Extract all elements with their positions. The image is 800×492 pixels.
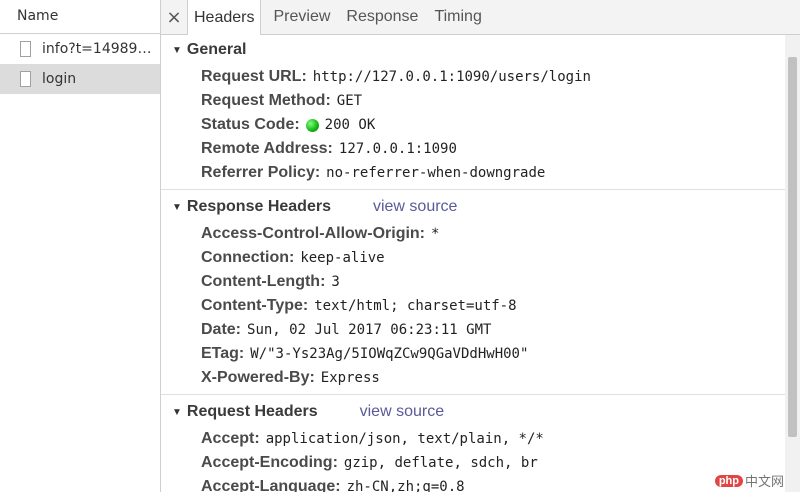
vertical-scrollbar[interactable] xyxy=(785,35,800,492)
header-key: Accept-Language: xyxy=(201,478,341,492)
section-divider xyxy=(161,394,785,395)
file-icon xyxy=(20,71,31,87)
header-value: application/json, text/plain, */* xyxy=(265,431,544,447)
header-key: Access-Control-Allow-Origin: xyxy=(201,225,426,242)
header-key: Content-Type: xyxy=(201,297,309,314)
response-header-row: Access-Control-Allow-Origin: * xyxy=(161,222,785,246)
header-key: Accept-Encoding: xyxy=(201,454,338,471)
general-row: Referrer Policy: no-referrer-when-downgr… xyxy=(161,161,785,185)
header-value: 200 OK xyxy=(324,117,376,133)
header-key: Connection: xyxy=(201,249,295,266)
header-key: ETag: xyxy=(201,345,245,362)
request-item-label: info?t=1498970591 xyxy=(42,41,158,57)
request-item-label: login xyxy=(42,71,77,87)
file-icon xyxy=(20,41,31,57)
request-list-panel: Name info?t=1498970591 login xyxy=(0,0,161,492)
request-header-row: Accept: application/json, text/plain, */… xyxy=(161,427,785,451)
site-watermark: php 中文网 xyxy=(714,471,784,490)
response-header-row: Content-Type: text/html; charset=utf-8 xyxy=(161,294,785,318)
general-row: Status Code: 200 OK xyxy=(161,113,785,137)
header-value: keep-alive xyxy=(300,250,385,266)
general-section-header[interactable]: ▼ General xyxy=(161,35,785,65)
general-row: Remote Address: 127.0.0.1:1090 xyxy=(161,137,785,161)
header-value: zh-CN,zh;q=0.8 xyxy=(346,479,465,492)
section-title: Response Headers xyxy=(186,198,331,215)
response-header-row: ETag: W/"3-Ys23Ag/5IOWqZCw9QGaVDdHwH00" xyxy=(161,342,785,366)
header-key: Request Method: xyxy=(201,92,331,109)
response-header-row: Date: Sun, 02 Jul 2017 06:23:11 GMT xyxy=(161,318,785,342)
request-item-login[interactable]: login xyxy=(0,64,160,94)
section-title: Request Headers xyxy=(186,403,318,420)
header-value: 3 xyxy=(331,274,340,290)
header-value: Sun, 02 Jul 2017 06:23:11 GMT xyxy=(247,322,492,338)
header-value: no-referrer-when-downgrade xyxy=(326,165,546,181)
name-column-header[interactable]: Name xyxy=(0,0,160,34)
request-header-row: Accept-Language: zh-CN,zh;q=0.8 xyxy=(161,475,785,492)
header-value: http://127.0.0.1:1090/users/login xyxy=(312,69,591,85)
request-headers-section-header[interactable]: ▼ Request Headers view source xyxy=(161,397,785,427)
tab-response[interactable]: Response xyxy=(342,0,422,34)
header-key: X-Powered-By: xyxy=(201,369,315,386)
response-header-row: Connection: keep-alive xyxy=(161,246,785,270)
watermark-logo: php xyxy=(714,474,743,487)
section-title: General xyxy=(186,41,247,58)
header-key: Remote Address: xyxy=(201,140,333,157)
header-value: W/"3-Ys23Ag/5IOWqZCw9QGaVDdHwH00" xyxy=(250,346,529,362)
response-header-row: Content-Length: 3 xyxy=(161,270,785,294)
collapse-triangle-icon[interactable]: ▼ xyxy=(172,45,182,56)
header-key: Date: xyxy=(201,321,242,338)
tab-preview[interactable]: Preview xyxy=(269,0,334,34)
view-source-link[interactable]: view source xyxy=(373,198,457,216)
tab-timing[interactable]: Timing xyxy=(430,0,485,34)
close-icon[interactable]: × xyxy=(161,0,187,34)
header-value: text/html; charset=utf-8 xyxy=(314,298,517,314)
header-value: Express xyxy=(320,370,380,386)
request-item-info[interactable]: info?t=1498970591 xyxy=(0,34,160,64)
header-key: Referrer Policy: xyxy=(201,164,321,181)
general-row: Request Method: GET xyxy=(161,89,785,113)
general-row: Request URL: http://127.0.0.1:1090/users… xyxy=(161,65,785,89)
detail-tab-bar: × Headers Preview Response Timing xyxy=(161,0,800,35)
request-header-row: Accept-Encoding: gzip, deflate, sdch, br xyxy=(161,451,785,475)
response-headers-section-header[interactable]: ▼ Response Headers view source xyxy=(161,192,785,222)
header-value: 127.0.0.1:1090 xyxy=(338,141,457,157)
collapse-triangle-icon[interactable]: ▼ xyxy=(172,202,182,213)
section-divider xyxy=(161,189,785,190)
header-value: * xyxy=(431,226,440,242)
scrollbar-thumb[interactable] xyxy=(788,57,797,437)
tab-headers[interactable]: Headers xyxy=(187,0,262,35)
status-ok-icon xyxy=(305,118,319,132)
header-value: gzip, deflate, sdch, br xyxy=(343,455,538,471)
view-source-link[interactable]: view source xyxy=(360,403,444,421)
headers-content: ▼ General Request URL: http://127.0.0.1:… xyxy=(161,35,785,492)
header-key: Request URL: xyxy=(201,68,307,85)
header-value: GET xyxy=(336,93,363,109)
header-key: Accept: xyxy=(201,430,260,447)
collapse-triangle-icon[interactable]: ▼ xyxy=(172,407,182,418)
header-key: Status Code: xyxy=(201,116,300,133)
response-header-row: X-Powered-By: Express xyxy=(161,366,785,390)
header-key: Content-Length: xyxy=(201,273,326,290)
watermark-text: 中文网 xyxy=(744,474,784,489)
